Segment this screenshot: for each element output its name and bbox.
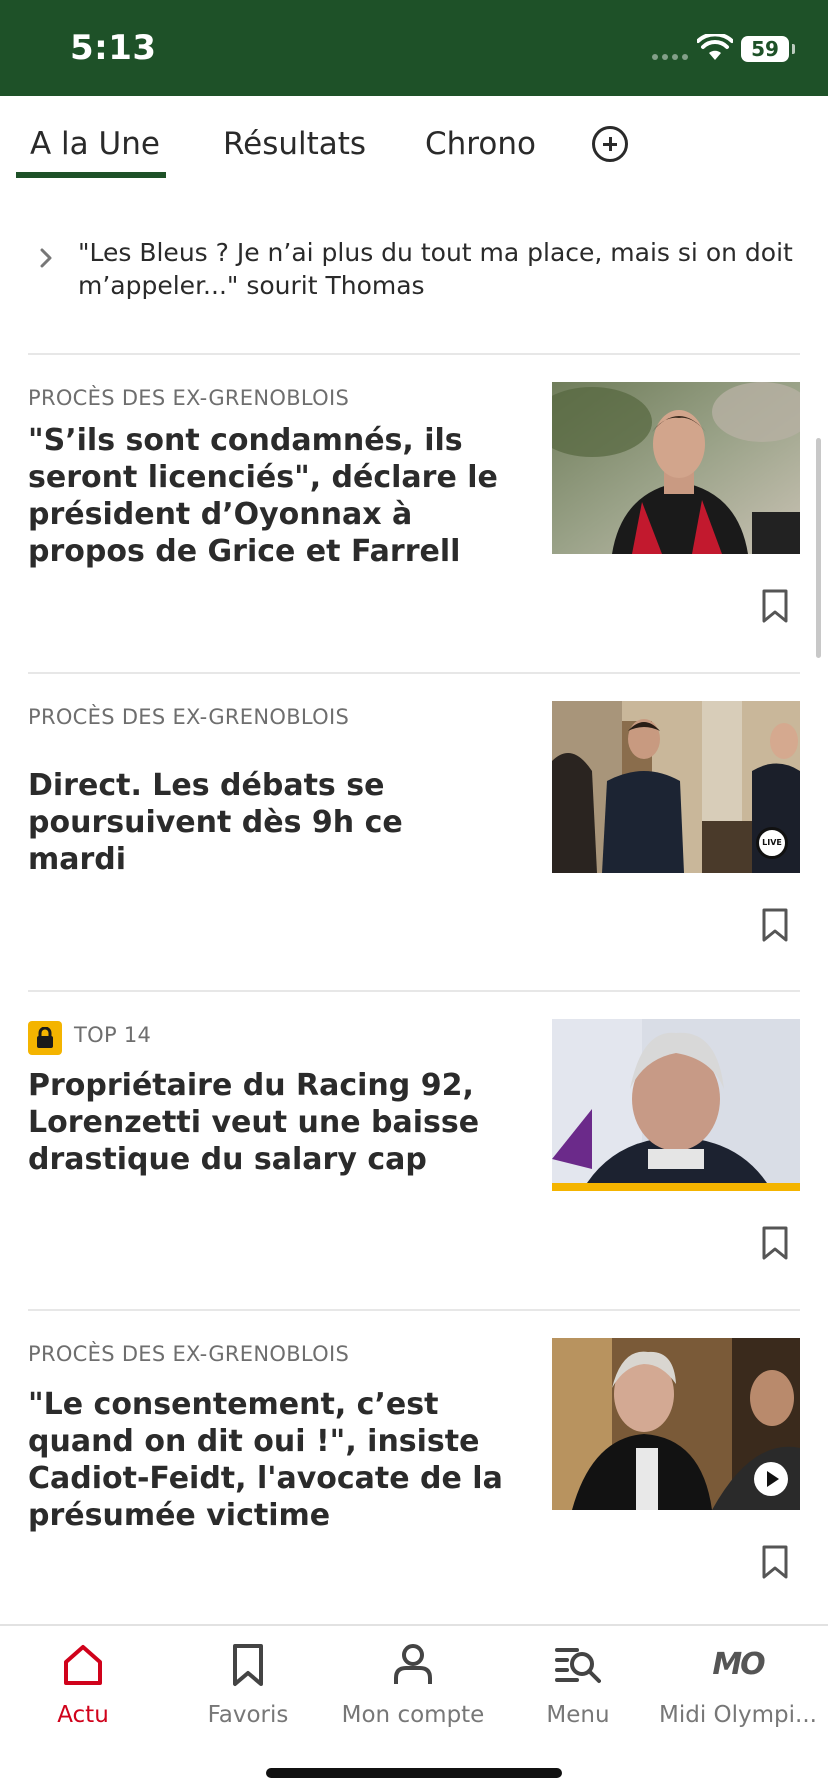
bookmark-icon[interactable]	[760, 588, 790, 624]
section-tabs: A la Une Résultats Chrono	[0, 96, 828, 182]
related-article-link[interactable]: "Les Bleus ? Je n’ai plus du tout ma pla…	[28, 236, 793, 306]
status-bar: 5:13 59	[0, 0, 828, 96]
tab-a-la-une[interactable]: A la Une	[30, 126, 160, 162]
article-card[interactable]: PROCÈS DES EX-GRENOBLOIS Direct. Les déb…	[0, 673, 828, 991]
nav-label: Mon compte	[341, 1702, 485, 1728]
menu-search-icon	[555, 1648, 601, 1683]
article-thumbnail[interactable]	[552, 382, 800, 554]
lock-icon	[28, 1021, 62, 1055]
user-icon	[394, 1644, 432, 1684]
article-title[interactable]: Propriétaire du Racing 92, Lorenzetti ve…	[28, 1067, 508, 1178]
nav-label: Menu	[546, 1702, 610, 1728]
bookmark-icon	[233, 1644, 263, 1686]
premium-strip	[552, 1183, 800, 1191]
play-icon	[754, 1462, 788, 1496]
battery-icon: 59	[741, 36, 795, 62]
article-category: PROCÈS DES EX-GRENOBLOIS	[28, 705, 350, 729]
bookmark-icon[interactable]	[760, 907, 790, 943]
nav-label: Midi Olympi...	[659, 1702, 817, 1728]
nav-item-actu[interactable]: Actu	[3, 1642, 163, 1742]
nav-label: Actu	[57, 1702, 109, 1728]
article-title[interactable]: "Le consentement, c’est quand on dit oui…	[28, 1386, 508, 1534]
bookmark-icon[interactable]	[760, 1544, 790, 1580]
nav-item-menu[interactable]: Menu	[498, 1642, 658, 1742]
related-article-text: "Les Bleus ? Je n’ai plus du tout ma pla…	[78, 238, 793, 300]
chevron-right-icon	[40, 248, 52, 268]
screen: 5:13 59 A la Une Résultats Chrono "Les B…	[0, 0, 828, 1792]
nav-item-midi-olympique[interactable]: MO Midi Olympi...	[658, 1642, 818, 1742]
tab-resultats[interactable]: Résultats	[223, 126, 366, 162]
article-category: PROCÈS DES EX-GRENOBLOIS	[28, 1342, 350, 1366]
article-title[interactable]: Direct. Les débats se poursuivent dès 9h…	[28, 767, 508, 878]
article-card[interactable]: PROCÈS DES EX-GRENOBLOIS "S’ils sont con…	[0, 354, 828, 672]
wifi-icon	[697, 34, 733, 60]
active-tab-indicator	[16, 172, 166, 178]
bookmark-icon[interactable]	[760, 1225, 790, 1261]
tab-chrono[interactable]: Chrono	[425, 126, 536, 162]
live-badge: LIVE	[756, 827, 788, 859]
scrollbar[interactable]	[816, 438, 821, 658]
article-category: PROCÈS DES EX-GRENOBLOIS	[28, 386, 350, 410]
signal-icon	[652, 54, 688, 60]
home-icon	[64, 1645, 102, 1685]
nav-label: Favoris	[207, 1702, 289, 1728]
article-category: TOP 14	[74, 1023, 152, 1047]
article-title[interactable]: "S’ils sont condamnés, ils seront licenc…	[28, 422, 508, 570]
article-card[interactable]: TOP 14 Propriétaire du Racing 92, Lorenz…	[0, 991, 828, 1309]
status-time: 5:13	[70, 28, 157, 68]
article-thumbnail[interactable]: LIVE	[552, 701, 800, 873]
article-thumbnail[interactable]	[552, 1019, 800, 1191]
article-card[interactable]: PROCÈS DES EX-GRENOBLOIS "Le consentemen…	[0, 1310, 828, 1628]
plus-circle-icon[interactable]	[592, 126, 628, 162]
home-indicator	[266, 1768, 562, 1778]
mo-logo: MO	[712, 1647, 765, 1682]
article-thumbnail[interactable]	[552, 1338, 800, 1510]
bottom-nav: Actu Favoris Mon compte Menu MO Midi Oly…	[0, 1624, 828, 1792]
nav-item-favoris[interactable]: Favoris	[168, 1642, 328, 1742]
nav-item-mon-compte[interactable]: Mon compte	[333, 1642, 493, 1742]
